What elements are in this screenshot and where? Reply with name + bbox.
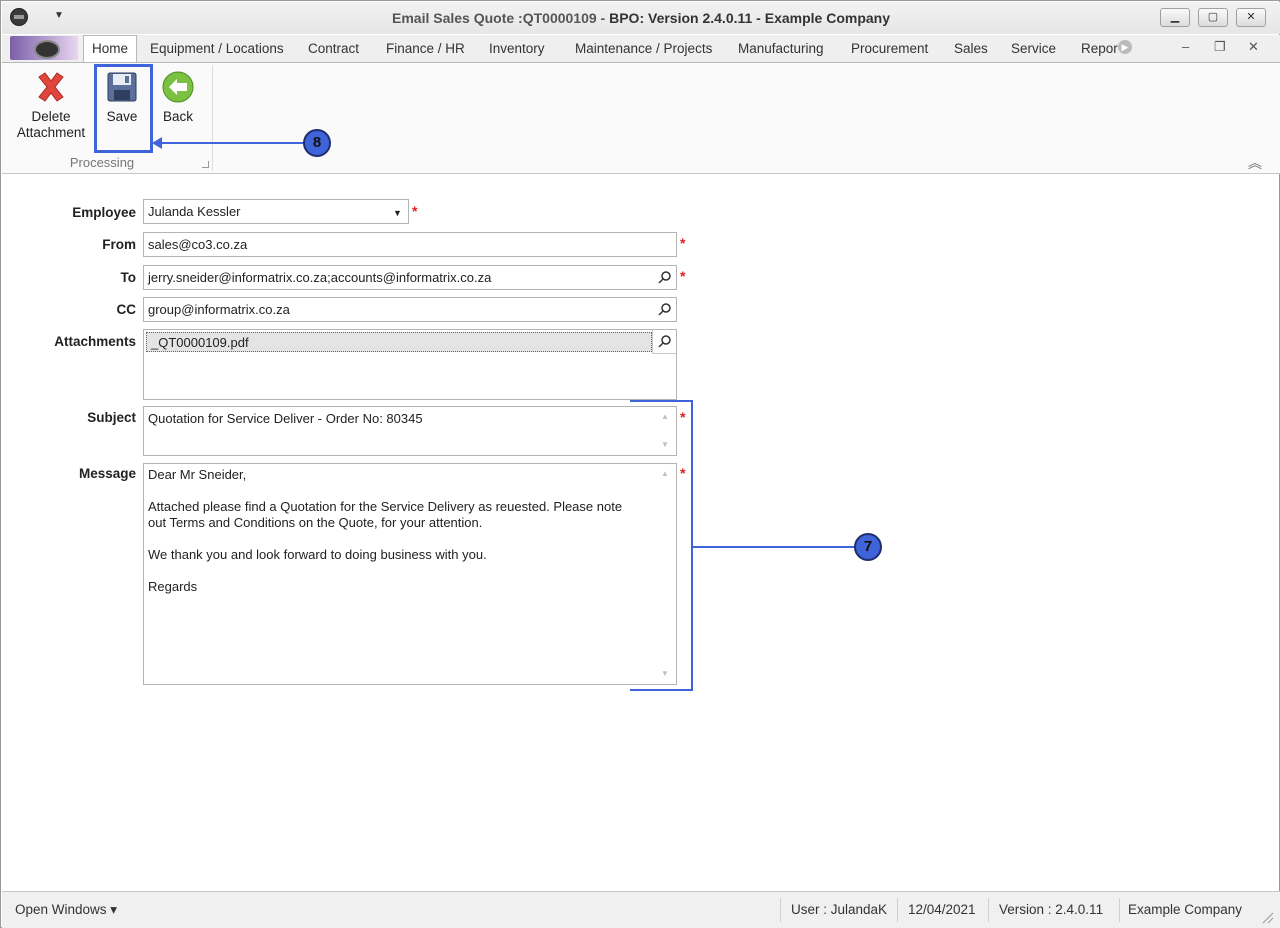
callout-8-badge: 8 bbox=[303, 129, 331, 157]
cc-label: CC bbox=[116, 302, 137, 317]
message-line: Attached please find a Quotation for the… bbox=[148, 499, 623, 514]
from-label: From bbox=[102, 237, 136, 252]
back-arrow-icon bbox=[160, 69, 196, 105]
attachments-search-icon[interactable] bbox=[652, 330, 676, 354]
status-date: 12/04/2021 bbox=[908, 902, 976, 917]
mdi-restore-icon[interactable]: ❐ bbox=[1214, 39, 1226, 55]
ribbon-group-separator bbox=[212, 65, 213, 171]
application-menu-button[interactable] bbox=[10, 36, 78, 60]
tab-home[interactable]: Home bbox=[83, 35, 138, 63]
window-title: Email Sales Quote :QT0000109 - BPO: Vers… bbox=[2, 10, 1280, 26]
employee-dropdown[interactable]: Julanda Kessler bbox=[143, 199, 409, 224]
to-required-marker: * bbox=[680, 268, 686, 284]
attachments-label: Attachments bbox=[54, 334, 136, 349]
delete-attachment-label-2: Attachment bbox=[16, 125, 86, 140]
message-line: out Terms and Conditions on the Quote, f… bbox=[148, 515, 483, 530]
status-separator bbox=[1119, 898, 1120, 922]
tab-scroll-right-icon[interactable]: ▶ bbox=[1118, 40, 1132, 54]
app-window: ▼ Email Sales Quote :QT0000109 - BPO: Ve… bbox=[0, 0, 1280, 928]
tab-inventory[interactable]: Inventory bbox=[489, 41, 545, 56]
message-line: Dear Mr Sneider, bbox=[148, 467, 247, 482]
callout-7-bracket bbox=[630, 400, 693, 691]
status-separator bbox=[988, 898, 989, 922]
cc-field[interactable]: group@informatrix.co.za bbox=[143, 297, 677, 322]
ribbon-panel: Delete Attachment Save Back Processing ︽ bbox=[2, 62, 1280, 174]
mdi-close-icon[interactable]: ✕ bbox=[1248, 39, 1259, 55]
to-label: To bbox=[120, 270, 137, 285]
tab-equipment-locations[interactable]: Equipment / Locations bbox=[150, 41, 284, 56]
subject-field[interactable]: Quotation for Service Deliver - Order No… bbox=[143, 406, 677, 456]
window-title-main: BPO: Version 2.4.0.11 - Example Company bbox=[609, 10, 890, 26]
message-line bbox=[148, 531, 672, 547]
minimize-button[interactable]: ▁ bbox=[1160, 8, 1190, 27]
resize-grip-icon[interactable] bbox=[1260, 910, 1274, 924]
message-line bbox=[148, 483, 672, 499]
from-value: sales@co3.co.za bbox=[148, 237, 248, 252]
cc-value: group@informatrix.co.za bbox=[148, 302, 290, 317]
title-bar: ▼ Email Sales Quote :QT0000109 - BPO: Ve… bbox=[2, 2, 1280, 34]
mdi-minimize-icon[interactable]: – bbox=[1182, 39, 1189, 54]
callout-7-badge: 7 bbox=[854, 533, 882, 561]
tab-service[interactable]: Service bbox=[1011, 41, 1056, 56]
subject-value: Quotation for Service Deliver - Order No… bbox=[148, 411, 423, 426]
status-separator bbox=[780, 898, 781, 922]
message-line: Regards bbox=[148, 579, 198, 594]
tab-manufacturing[interactable]: Manufacturing bbox=[738, 41, 824, 56]
tab-finance-hr[interactable]: Finance / HR bbox=[386, 41, 465, 56]
message-field[interactable]: Dear Mr Sneider, Attached please find a … bbox=[143, 463, 677, 685]
delete-attachment-button[interactable]: Delete Attachment bbox=[12, 69, 90, 141]
save-highlight-box bbox=[94, 64, 153, 153]
tab-maintenance-projects[interactable]: Maintenance / Projects bbox=[575, 41, 712, 56]
callout-8-arrowhead bbox=[152, 137, 162, 149]
back-button[interactable]: Back bbox=[156, 69, 200, 125]
tab-procurement[interactable]: Procurement bbox=[851, 41, 928, 56]
employee-value: Julanda Kessler bbox=[148, 204, 241, 219]
ribbon-tab-bar: Home Equipment / Locations Contract Fina… bbox=[2, 35, 1280, 63]
attachment-item[interactable]: _QT0000109.pdf bbox=[146, 332, 652, 352]
status-user: User : JulandaK bbox=[791, 902, 888, 917]
from-field[interactable]: sales@co3.co.za bbox=[143, 232, 677, 257]
status-separator bbox=[897, 898, 898, 922]
open-windows-menu[interactable]: Open Windows ▾ bbox=[15, 902, 117, 918]
delete-x-icon bbox=[33, 69, 69, 105]
close-button[interactable]: ✕ bbox=[1236, 8, 1266, 27]
message-line: We thank you and look forward to doing b… bbox=[148, 547, 487, 562]
back-label: Back bbox=[162, 109, 193, 124]
status-company: Example Company bbox=[1128, 902, 1243, 917]
tab-contract[interactable]: Contract bbox=[308, 41, 359, 56]
group-launcher-icon[interactable] bbox=[202, 161, 209, 168]
tab-reports[interactable]: Repor bbox=[1081, 41, 1118, 56]
status-version: Version : 2.4.0.11 bbox=[999, 902, 1104, 917]
message-label: Message bbox=[78, 466, 136, 481]
window-title-prefix: Email Sales Quote :QT0000109 - bbox=[392, 10, 610, 26]
employee-required-marker: * bbox=[412, 203, 418, 219]
maximize-button[interactable]: ▢ bbox=[1198, 8, 1228, 27]
status-bar: Open Windows ▾ User : JulandaK 12/04/202… bbox=[2, 891, 1280, 928]
from-required-marker: * bbox=[680, 235, 686, 251]
cc-search-icon[interactable] bbox=[654, 299, 676, 321]
to-value: jerry.sneider@informatrix.co.za;accounts… bbox=[148, 270, 492, 285]
chevron-down-icon[interactable]: ▼ bbox=[393, 208, 402, 218]
employee-label: Employee bbox=[72, 205, 136, 220]
callout-7-pointer-line bbox=[693, 546, 857, 548]
delete-attachment-label-1: Delete bbox=[31, 109, 71, 124]
subject-label: Subject bbox=[87, 410, 136, 425]
callout-8-pointer-line bbox=[159, 142, 305, 144]
tab-sales[interactable]: Sales bbox=[954, 41, 988, 56]
collapse-ribbon-icon[interactable]: ︽ bbox=[1248, 153, 1262, 173]
message-line bbox=[148, 563, 672, 579]
attachments-list[interactable]: _QT0000109.pdf bbox=[143, 329, 677, 400]
to-search-icon[interactable] bbox=[654, 267, 676, 289]
processing-group-label: Processing bbox=[69, 155, 135, 170]
to-field[interactable]: jerry.sneider@informatrix.co.za;accounts… bbox=[143, 265, 677, 290]
